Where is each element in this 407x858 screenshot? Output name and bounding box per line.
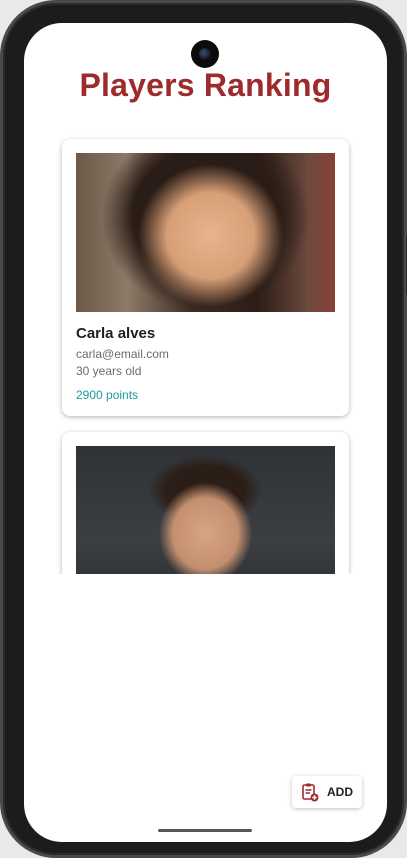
player-age: 30 years old	[76, 364, 142, 378]
clipboard-add-icon	[301, 782, 319, 802]
player-photo	[76, 153, 335, 312]
players-list[interactable]: Carla alves carla@email.com 30 years old…	[24, 129, 387, 574]
player-card[interactable]	[62, 432, 349, 574]
player-name: Carla alves	[76, 325, 156, 342]
front-camera	[191, 40, 219, 68]
add-button[interactable]: ADD	[292, 776, 362, 808]
home-indicator[interactable]	[158, 829, 252, 832]
player-card[interactable]: Carla alves carla@email.com 30 years old…	[62, 139, 349, 416]
add-button-label: ADD	[327, 785, 353, 799]
player-photo	[76, 446, 335, 574]
device-frame: Players Ranking Carla alves carla@email.…	[0, 0, 407, 858]
player-email: carla@email.com	[76, 347, 169, 361]
app-screen: Players Ranking Carla alves carla@email.…	[24, 23, 387, 842]
page-title: Players Ranking	[79, 67, 332, 103]
player-points: 2900 points	[76, 388, 139, 402]
